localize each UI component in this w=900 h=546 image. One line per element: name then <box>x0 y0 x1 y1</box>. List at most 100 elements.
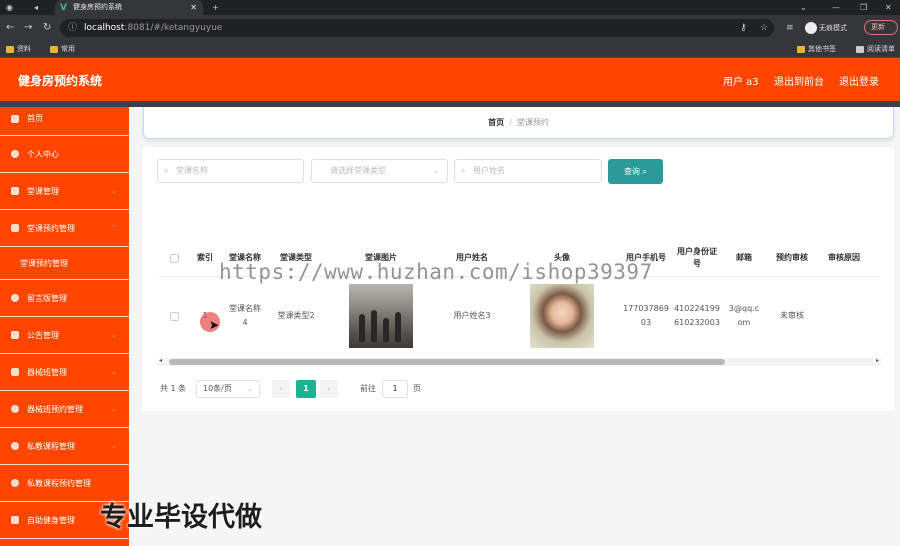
logout-link[interactable]: 退出登录 <box>839 73 879 88</box>
next-page-button[interactable]: › <box>320 380 338 398</box>
document-icon <box>11 516 19 524</box>
bookmark-folder[interactable]: 资料 <box>6 43 31 56</box>
goto-page-input[interactable]: 1 <box>382 380 408 398</box>
new-tab-button[interactable]: + <box>212 0 219 15</box>
prev-page-button[interactable]: ‹ <box>272 380 290 398</box>
search-icon: ⌕ <box>164 166 169 175</box>
sidebar-item-profile[interactable]: 个人中心 <box>0 136 129 173</box>
sidebar-item-home[interactable]: 首页 <box>0 107 129 136</box>
url-path: :8081/#/ketangyuyue <box>124 23 223 33</box>
cell-class-name: 堂课名称4 <box>229 304 261 327</box>
sidebar-item-label: 留言版管理 <box>27 294 67 303</box>
select-all-cell <box>157 239 191 277</box>
bookmark-label: 其他书签 <box>808 45 836 53</box>
user-icon <box>11 150 19 158</box>
send-icon <box>11 331 19 339</box>
browser-tab-active[interactable]: V 健身房预约系统 ✕ <box>55 0 203 15</box>
cell-avatar <box>503 277 621 355</box>
scroll-right-icon[interactable]: ▸ <box>876 357 879 364</box>
cell-review-status: 未审核 <box>780 311 804 320</box>
sidebar-item-label: 私教课程管理 <box>27 442 75 451</box>
cell-email: 3@qq.com <box>728 304 760 327</box>
user-avatar-image[interactable] <box>530 284 594 348</box>
tab-search-icon[interactable]: ⌄ <box>800 0 807 15</box>
reading-list-icon[interactable]: ≡ <box>786 19 794 37</box>
sidebar-item-class-booking-management[interactable]: 堂课预约管理 ⌃ <box>0 210 129 247</box>
cell-id-card: 410224199610232003 <box>674 304 720 327</box>
row-checkbox[interactable] <box>169 311 179 321</box>
app-header: 健身房预约系统 用户 a3 退出到前台 退出登录 <box>0 58 900 101</box>
home-icon <box>11 115 19 123</box>
gym-class-image[interactable] <box>349 284 413 348</box>
browser-menu-icon[interactable]: ◉ <box>6 0 13 15</box>
class-type-select[interactable]: 请选择堂课类型 ⌄ <box>311 159 448 183</box>
search-icon: ⌕ <box>461 166 466 175</box>
page-size-select[interactable]: 10条/页 ⌄ <box>196 380 260 398</box>
sidebar: 首页 个人中心 堂课管理 ⌄ 堂课预约管理 ⌃ 堂课预约管理 留言版管理 公告管… <box>0 107 129 546</box>
sidebar-item-announcements[interactable]: 公告管理 ⌄ <box>0 317 129 354</box>
sidebar-item-label: 堂课预约管理 <box>20 259 68 268</box>
site-info-icon[interactable]: ⓘ <box>68 19 77 37</box>
tab-close-icon[interactable]: ✕ <box>190 0 197 15</box>
reload-icon[interactable]: ↻ <box>43 21 51 35</box>
cell-review-reason <box>819 277 869 355</box>
input-placeholder: 堂课名称 <box>176 166 208 175</box>
breadcrumb: 首页 / 堂课预约 <box>143 107 894 139</box>
sidebar-item-label: 个人中心 <box>27 150 59 159</box>
pagination-total: 共 1 条 <box>160 384 187 393</box>
update-button[interactable]: 更新 <box>864 20 898 35</box>
cell-class-type: 堂课类型2 <box>277 311 315 320</box>
sidebar-item-class-management[interactable]: 堂课管理 ⌄ <box>0 173 129 210</box>
back-icon[interactable]: ← <box>6 21 14 35</box>
tab-title: 健身房预约系统 <box>73 3 122 11</box>
sidebar-subitem-class-booking[interactable]: 堂课预约管理 <box>0 247 129 280</box>
browser-tab-bar: ◉ ◂ V 健身房预约系统 ✕ + ⌄ — ❐ ✕ <box>0 0 900 15</box>
table-horizontal-scrollbar[interactable]: ◂ ▸ <box>157 357 881 366</box>
sidebar-item-private-course[interactable]: 私教课程管理 ⌄ <box>0 428 129 465</box>
page-size-value: 10条/页 <box>203 384 232 393</box>
breadcrumb-home[interactable]: 首页 <box>488 118 504 127</box>
back-to-front-link[interactable]: 退出到前台 <box>774 73 824 88</box>
reading-list[interactable]: 阅读清单 <box>856 43 895 56</box>
chevron-down-icon: ⌄ <box>111 405 117 413</box>
chevron-down-icon: ⌄ <box>247 385 253 393</box>
chevron-down-icon: ⌄ <box>111 368 117 376</box>
maximize-button[interactable]: ❐ <box>860 0 867 15</box>
sidebar-item-equipment-class[interactable]: 器械班管理 ⌄ <box>0 354 129 391</box>
query-button[interactable]: 查询 ⌕ <box>608 159 663 184</box>
audio-tab-icon[interactable]: ◂ <box>34 0 38 15</box>
update-label: 更新 <box>871 23 885 31</box>
input-placeholder: 用户姓名 <box>473 166 505 175</box>
forward-icon[interactable]: → <box>24 21 32 35</box>
minimize-button[interactable]: — <box>832 0 840 15</box>
scroll-left-icon[interactable]: ◂ <box>159 357 162 364</box>
current-page-button[interactable]: 1 <box>296 380 316 398</box>
sidebar-item-label: 私教课程预约管理 <box>27 479 91 488</box>
sidebar-item-equipment-booking[interactable]: 器械班预约管理 ⌄ <box>0 391 129 428</box>
column-header: 审核原因 <box>828 253 860 262</box>
sidebar-item-label: 自助健身管理 <box>27 516 75 525</box>
current-user: 用户 a3 <box>723 77 759 88</box>
sidebar-item-label: 堂课管理 <box>27 187 59 196</box>
bookmark-folder[interactable]: 其他书签 <box>797 43 836 56</box>
scrollbar-thumb[interactable] <box>169 359 725 365</box>
bookmarks-bar: 资料 常用 其他书签 阅读清单 <box>0 41 900 58</box>
key-icon[interactable]: ⚷ <box>740 19 747 37</box>
select-all-checkbox[interactable] <box>169 253 179 263</box>
star-icon[interactable]: ☆ <box>760 19 768 37</box>
sidebar-item-message-board[interactable]: 留言版管理 <box>0 280 129 317</box>
chevron-down-icon: ⌄ <box>433 167 439 175</box>
class-name-search-input[interactable]: ⌕ 堂课名称 <box>157 159 304 183</box>
breadcrumb-separator: / <box>509 118 512 127</box>
folder-icon <box>6 46 14 53</box>
chevron-up-icon: ⌃ <box>111 224 117 232</box>
person-icon <box>11 405 19 413</box>
url-field[interactable]: ⓘ localhost:8081/#/ketangyuyue <box>60 19 774 37</box>
bookmark-folder[interactable]: 常用 <box>50 43 75 56</box>
incognito-profile[interactable]: 无痕模式 <box>805 21 847 35</box>
close-window-button[interactable]: ✕ <box>885 0 892 15</box>
user-name-search-input[interactable]: ⌕ 用户姓名 <box>454 159 602 183</box>
query-label: 查询 <box>623 167 640 176</box>
column-header: 用户身份证号 <box>677 247 717 268</box>
column-header: 预约审核 <box>776 253 808 262</box>
